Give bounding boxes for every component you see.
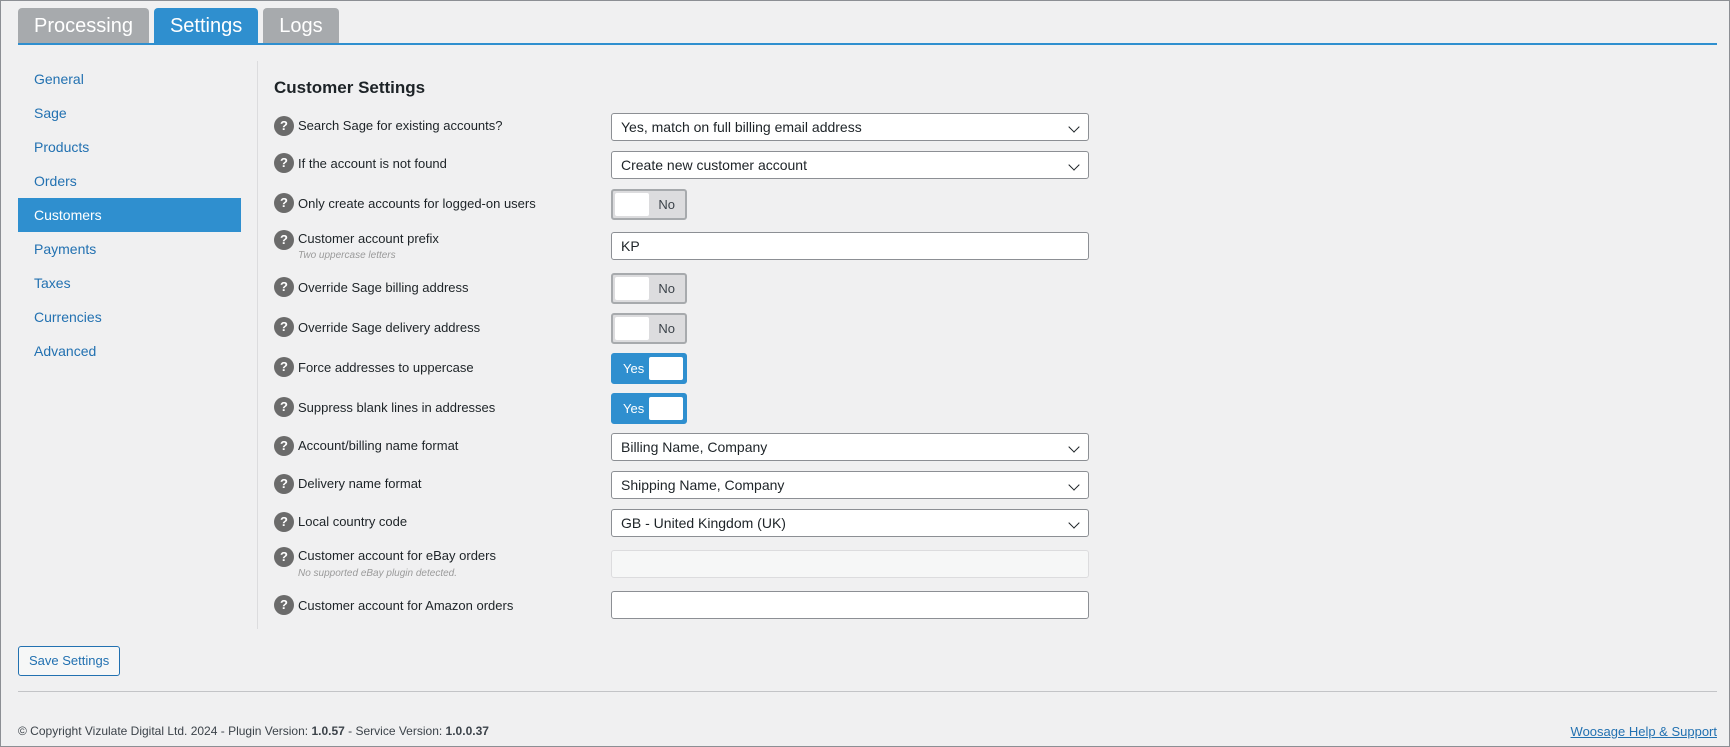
sidebar-item-advanced[interactable]: Advanced	[18, 334, 241, 368]
help-icon[interactable]: ?	[274, 116, 294, 136]
ebay-account-label: Customer account for eBay orders	[298, 548, 496, 563]
toggle-state: No	[658, 197, 675, 212]
help-support-link[interactable]: Woosage Help & Support	[1571, 724, 1717, 739]
override-billing-label: Override Sage billing address	[298, 280, 469, 295]
delivery-name-format-label: Delivery name format	[298, 476, 422, 491]
ebay-account-input	[611, 550, 1089, 578]
amazon-account-label: Customer account for Amazon orders	[298, 598, 514, 613]
help-icon[interactable]: ?	[274, 512, 294, 532]
chevron-down-icon	[1068, 121, 1080, 133]
help-icon[interactable]: ?	[274, 474, 294, 494]
help-icon[interactable]: ?	[274, 230, 294, 250]
delivery-name-format-value: Shipping Name, Company	[621, 477, 785, 493]
suppress-blank-toggle[interactable]: Yes	[611, 393, 687, 424]
help-icon[interactable]: ?	[274, 357, 294, 377]
search-sage-label: Search Sage for existing accounts?	[298, 118, 503, 133]
prefix-input[interactable]: KP	[611, 232, 1089, 260]
toggle-knob	[615, 193, 649, 216]
tab-logs[interactable]: Logs	[263, 8, 339, 44]
sidebar-item-currencies[interactable]: Currencies	[18, 300, 241, 334]
toggle-knob	[649, 397, 683, 420]
not-found-value: Create new customer account	[621, 157, 807, 173]
tab-processing[interactable]: Processing	[18, 8, 149, 44]
billing-name-format-label: Account/billing name format	[298, 438, 459, 453]
tab-underline	[18, 43, 1717, 45]
sidebar-item-orders[interactable]: Orders	[18, 164, 241, 198]
country-code-value: GB - United Kingdom (UK)	[621, 515, 786, 531]
toggle-knob	[649, 357, 683, 380]
sidebar-item-customers[interactable]: Customers	[18, 198, 241, 232]
toggle-knob	[615, 277, 649, 300]
copyright-text: © Copyright Vizulate Digital Ltd. 2024 -…	[18, 724, 312, 738]
plugin-version: 1.0.57	[311, 724, 345, 738]
help-icon[interactable]: ?	[274, 595, 294, 615]
only-logged-on-label: Only create accounts for logged-on users	[298, 196, 536, 211]
sidebar-item-general[interactable]: General	[18, 62, 241, 96]
footer-copyright: © Copyright Vizulate Digital Ltd. 2024 -…	[18, 724, 489, 738]
service-version-prefix: - Service Version:	[344, 724, 446, 738]
tab-settings[interactable]: Settings	[153, 8, 259, 44]
country-code-select[interactable]: GB - United Kingdom (UK)	[611, 509, 1089, 537]
override-delivery-toggle[interactable]: No	[611, 313, 687, 344]
search-sage-select[interactable]: Yes, match on full billing email address	[611, 113, 1089, 141]
force-uppercase-label: Force addresses to uppercase	[298, 360, 474, 375]
sidebar-item-taxes[interactable]: Taxes	[18, 266, 241, 300]
toggle-state: No	[658, 321, 675, 336]
toggle-state: Yes	[623, 401, 645, 416]
chevron-down-icon	[1068, 517, 1080, 529]
main-tabs: Processing Settings Logs	[18, 8, 339, 44]
amazon-account-input[interactable]	[611, 591, 1089, 619]
settings-sidebar: General Sage Products Orders Customers P…	[18, 62, 241, 368]
toggle-state: No	[658, 281, 675, 296]
chevron-down-icon	[1068, 479, 1080, 491]
service-version: 1.0.0.37	[445, 724, 489, 738]
sidebar-item-products[interactable]: Products	[18, 130, 241, 164]
footer-divider	[18, 691, 1717, 692]
help-icon[interactable]: ?	[274, 277, 294, 297]
toggle-knob	[615, 317, 649, 340]
help-icon[interactable]: ?	[274, 547, 294, 567]
help-icon[interactable]: ?	[274, 153, 294, 173]
section-title: Customer Settings	[274, 78, 426, 97]
ebay-account-hint: No supported eBay plugin detected.	[298, 568, 457, 579]
delivery-name-format-select[interactable]: Shipping Name, Company	[611, 471, 1089, 499]
prefix-label: Customer account prefix	[298, 231, 439, 246]
toggle-state: Yes	[623, 361, 645, 376]
override-delivery-label: Override Sage delivery address	[298, 320, 481, 335]
help-icon[interactable]: ?	[274, 193, 294, 213]
force-uppercase-toggle[interactable]: Yes	[611, 353, 687, 384]
help-icon[interactable]: ?	[274, 436, 294, 456]
prefix-hint: Two uppercase letters	[298, 250, 396, 261]
help-icon[interactable]: ?	[274, 317, 294, 337]
help-icon[interactable]: ?	[274, 397, 294, 417]
sidebar-item-sage[interactable]: Sage	[18, 96, 241, 130]
sidebar-divider	[257, 61, 258, 629]
sidebar-item-payments[interactable]: Payments	[18, 232, 241, 266]
search-sage-value: Yes, match on full billing email address	[621, 119, 862, 135]
suppress-blank-label: Suppress blank lines in addresses	[298, 400, 496, 415]
billing-name-format-value: Billing Name, Company	[621, 439, 768, 455]
chevron-down-icon	[1068, 159, 1080, 171]
only-logged-on-toggle[interactable]: No	[611, 189, 687, 220]
country-code-label: Local country code	[298, 514, 408, 529]
not-found-label: If the account is not found	[298, 156, 447, 171]
not-found-select[interactable]: Create new customer account	[611, 151, 1089, 179]
chevron-down-icon	[1068, 441, 1080, 453]
billing-name-format-select[interactable]: Billing Name, Company	[611, 433, 1089, 461]
save-settings-button[interactable]: Save Settings	[18, 646, 121, 676]
override-billing-toggle[interactable]: No	[611, 273, 687, 304]
